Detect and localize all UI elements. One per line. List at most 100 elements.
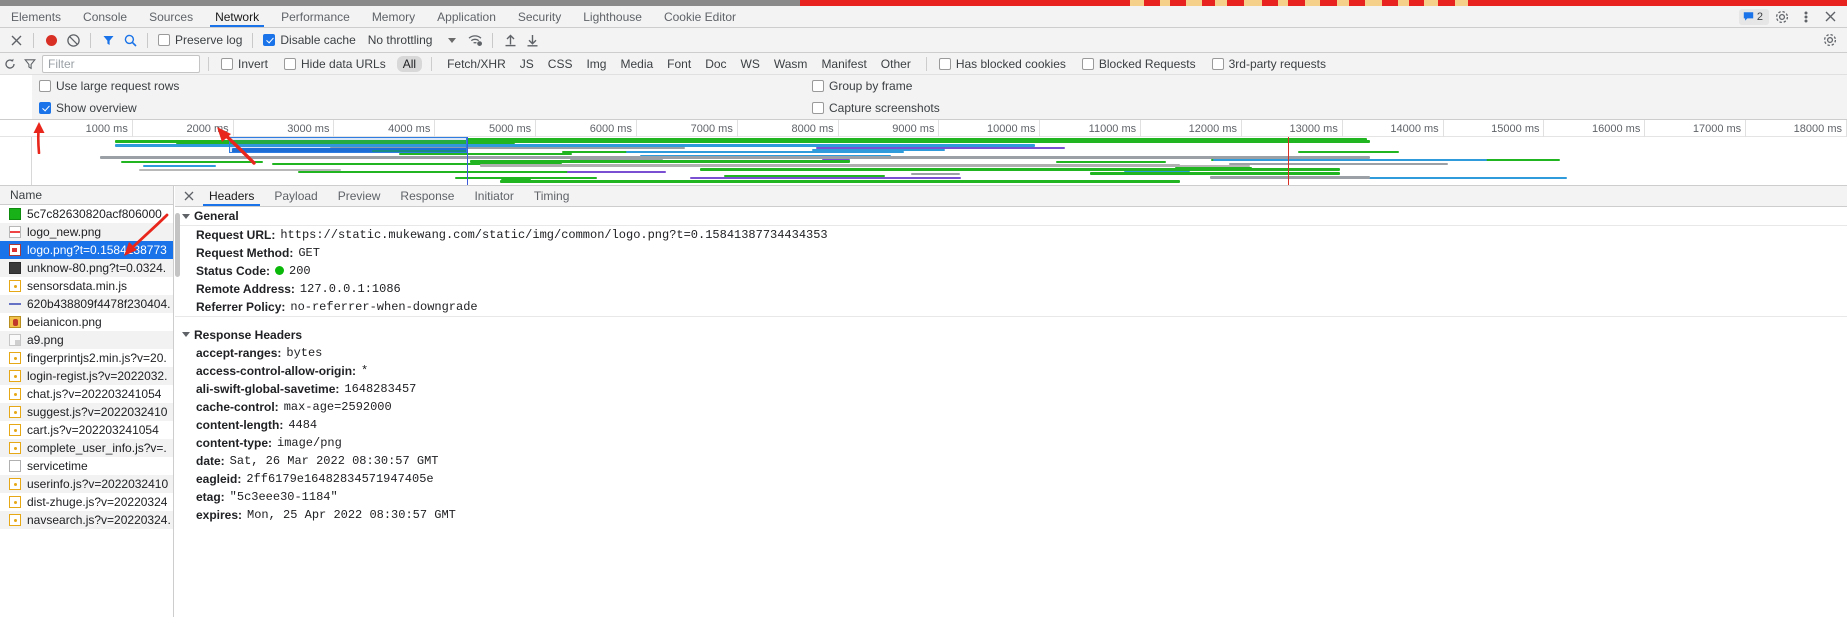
header-row: Request URL: https://static.mukewang.com/… [175,226,1847,244]
request-list-item[interactable]: 620b438809f4478f230404. [0,295,173,313]
tab-elements[interactable]: Elements [0,6,72,27]
type-filter-all[interactable]: All [396,55,423,72]
funnel-icon[interactable] [97,30,119,50]
request-list-panel: Name 5c7c82630820acf806000. logo_new.png l… [0,186,174,617]
request-list-item[interactable]: userinfo.js?v=2022032410 [0,475,173,493]
wifi-settings-icon[interactable] [464,30,486,50]
export-har-icon[interactable] [521,30,543,50]
close-details-icon[interactable] [179,186,199,206]
details-tabs: Headers Payload Preview Response Initiator Ti… [199,186,579,206]
details-tab-response[interactable]: Response [390,186,464,206]
type-filter-wasm[interactable]: Wasm [768,56,814,72]
gear-icon[interactable] [1819,30,1841,50]
type-filter-other[interactable]: Other [875,56,917,72]
third-party-requests-checkbox[interactable]: 3rd-party requests [1211,57,1326,71]
invert-checkbox[interactable]: Invert [221,57,268,71]
response-headers-section-header[interactable]: Response Headers [175,325,1847,344]
import-har-icon[interactable] [499,30,521,50]
clear-network-log-icon[interactable] [62,30,84,50]
overview-bar [567,171,666,173]
blocked-requests-checkbox[interactable]: Blocked Requests [1081,57,1196,71]
overview-bar [467,138,1367,141]
use-large-rows-checkbox[interactable]: Use large request rows [39,79,179,93]
request-list-item[interactable]: cart.js?v=202203241054 [0,421,173,439]
disable-cache-checkbox[interactable]: Disable cache [263,33,356,47]
request-list-item[interactable]: complete_user_info.js?v=. [0,439,173,457]
js-file-icon [9,424,21,436]
kebab-menu-icon[interactable] [1795,7,1817,27]
details-tab-headers[interactable]: Headers [199,186,264,206]
details-tab-initiator[interactable]: Initiator [464,186,523,206]
request-list-item[interactable]: chat.js?v=202203241054 [0,385,173,403]
request-list-item[interactable]: navsearch.js?v=20220324. [0,511,173,529]
header-row: ali-swift-global-savetime: 1648283457 [175,380,1847,398]
request-name: fingerprintjs2.min.js?v=20. [27,351,167,365]
request-name: dist-zhuge.js?v=20220324 [27,495,168,509]
details-tab-payload[interactable]: Payload [264,186,327,206]
status-badge[interactable]: 2 [1738,8,1769,25]
tab-security[interactable]: Security [507,6,572,27]
type-filter-img[interactable]: Img [580,56,612,72]
close-icon[interactable] [1819,7,1841,27]
gear-icon[interactable] [1771,7,1793,27]
request-list-item[interactable]: servicetime [0,457,173,475]
overview-bar [500,180,1180,183]
tab-performance[interactable]: Performance [270,6,361,27]
toolbar-divider [252,32,254,48]
header-row: date: Sat, 26 Mar 2022 08:30:57 GMT [175,452,1847,470]
tab-memory[interactable]: Memory [361,6,426,27]
tab-application[interactable]: Application [426,6,507,27]
request-list-item[interactable]: logo_new.png [0,223,173,241]
network-overview[interactable]: 1000 ms 2000 ms 3000 ms 4000 ms 5000 ms 6000 … [0,120,1847,186]
hide-data-urls-checkbox[interactable]: Hide data URLs [284,57,386,71]
type-filter-doc[interactable]: Doc [699,56,732,72]
request-list-item[interactable]: sensorsdata.min.js [0,277,173,295]
type-filter-manifest[interactable]: Manifest [815,56,872,72]
capture-screenshots-checkbox[interactable]: Capture screenshots [812,101,940,115]
tab-network[interactable]: Network [204,6,270,27]
type-filter-css[interactable]: CSS [542,56,579,72]
has-blocked-cookies-checkbox[interactable]: Has blocked cookies [938,57,1066,71]
request-list-item[interactable]: logo.png?t=0.1584138773 [0,241,173,259]
request-list-item[interactable]: suggest.js?v=2022032410 [0,403,173,421]
funnel-icon-filterbar[interactable] [20,54,40,74]
chevron-down-icon [182,213,190,219]
header-row: eagleid: 2ff6179e16482834571947405e [175,470,1847,488]
header-row: Remote Address: 127.0.0.1:1086 [175,280,1847,298]
reload-icon[interactable] [0,54,20,74]
request-list-item[interactable]: beianicon.png [0,313,173,331]
general-section-header[interactable]: General [175,207,1847,226]
type-filter-ws[interactable]: WS [735,56,766,72]
tab-lighthouse[interactable]: Lighthouse [572,6,653,27]
type-filter-fetch-xhr[interactable]: Fetch/XHR [441,56,512,72]
request-list-item[interactable]: unknow-80.png?t=0.0324. [0,259,173,277]
request-list-item[interactable]: a9.png [0,331,173,349]
details-tab-preview[interactable]: Preview [328,186,391,206]
details-tab-timing[interactable]: Timing [524,186,580,206]
type-filter-media[interactable]: Media [614,56,659,72]
magnifier-icon[interactable] [119,30,141,50]
preserve-log-checkbox[interactable]: Preserve log [158,33,242,47]
request-list-item[interactable]: dist-zhuge.js?v=20220324 [0,493,173,511]
throttling-dropdown[interactable]: No throttling [368,33,457,47]
tab-sources[interactable]: Sources [138,6,204,27]
tab-console[interactable]: Console [72,6,138,27]
search-input[interactable] [42,54,200,73]
record-dot-icon[interactable] [40,30,62,50]
details-scrollbar[interactable] [175,213,180,277]
request-list-item[interactable]: fingerprintjs2.min.js?v=20. [0,349,173,367]
type-filter-js[interactable]: JS [514,56,540,72]
invert-label: Invert [238,56,269,71]
request-list-item[interactable]: 5c7c82630820acf806000. [0,205,173,223]
overview-selection-window[interactable] [229,137,467,153]
tab-cookie-editor[interactable]: Cookie Editor [653,6,747,27]
type-filter-font[interactable]: Font [661,56,697,72]
show-overview-checkbox[interactable]: Show overview [39,101,137,115]
request-list-item[interactable]: login-regist.js?v=2022032. [0,367,173,385]
close-icon[interactable] [5,30,27,50]
request-list-header[interactable]: Name [0,186,173,205]
request-name: chat.js?v=202203241054 [27,387,162,401]
general-header-rows: Request URL: https://static.mukewang.com/… [175,226,1847,316]
tab-label: Console [83,9,128,24]
group-by-frame-checkbox[interactable]: Group by frame [812,79,912,93]
